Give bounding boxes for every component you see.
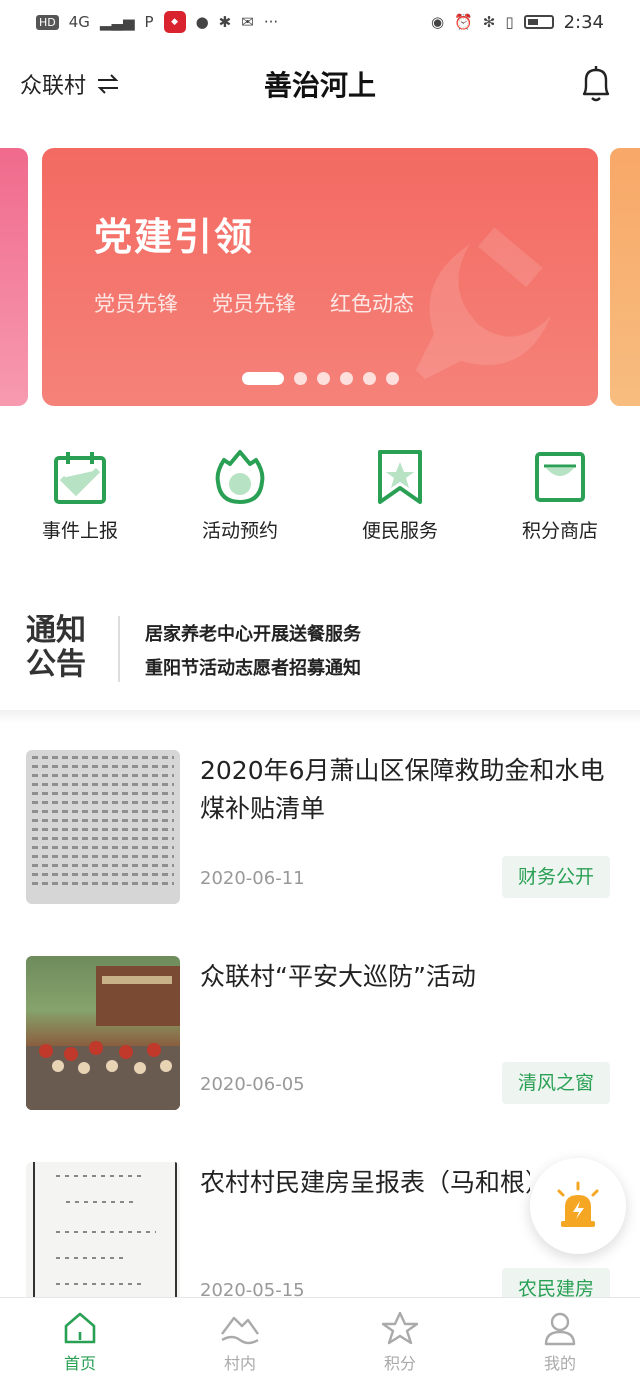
document-photo <box>33 1162 177 1316</box>
flame-icon <box>215 450 265 504</box>
mail-icon: ✉ <box>241 13 254 31</box>
bottom-tab-bar: 首页 村内 积分 我的 <box>0 1297 640 1387</box>
eye-icon: ◉ <box>430 13 445 31</box>
news-title: 2020年6月萧山区保障救助金和水电煤补贴清单 <box>200 756 605 823</box>
status-time: 2:34 <box>563 11 604 33</box>
siren-icon <box>557 1181 599 1227</box>
banner-tag: 红色动态 <box>330 292 414 316</box>
indicator-dot-active[interactable] <box>242 372 284 385</box>
quick-action-label: 事件上报 <box>41 520 118 542</box>
battery-icon <box>523 15 554 29</box>
emergency-alarm-button[interactable] <box>530 1158 626 1254</box>
crowd-photo <box>26 966 180 1110</box>
news-thumbnail <box>26 1162 180 1316</box>
quick-actions: 事件上报 活动预约 便民服务 积分商店 <box>0 448 640 558</box>
notice-board[interactable]: 通知 公告 居家养老中心开展送餐服务 重阳节活动志愿者招募通知 <box>0 600 640 690</box>
more-icon: ··· <box>263 13 279 31</box>
indicator-dot[interactable] <box>363 372 376 385</box>
hd-badge: HD <box>36 14 59 30</box>
banner-carousel[interactable]: 党建引领 党员先锋 党员先锋 红色动态 <box>0 148 640 406</box>
network-badge: 4G <box>68 13 90 31</box>
banner-slide[interactable]: 党建引领 党员先锋 党员先锋 红色动态 <box>42 148 598 406</box>
news-title: 农村村民建房呈报表（马和根） <box>200 1168 530 1197</box>
tab-village[interactable]: 村内 <box>160 1298 320 1387</box>
notice-item[interactable]: 重阳节活动志愿者招募通知 <box>145 652 361 686</box>
shop-bag-icon <box>535 452 585 502</box>
alarm-icon: ⏰ <box>454 13 473 31</box>
notice-divider <box>118 616 120 682</box>
banner-tag: 党员先锋 <box>94 292 178 316</box>
tab-home[interactable]: 首页 <box>0 1298 160 1387</box>
party-emblem-icon <box>416 227 551 379</box>
indicator-dot[interactable] <box>386 372 399 385</box>
section-divider <box>0 710 640 724</box>
indicator-dot[interactable] <box>340 372 353 385</box>
bluetooth-icon: ✻ <box>482 13 496 31</box>
tmall-app-icon: ◆ <box>163 11 186 33</box>
news-category-tag: 清风之窗 <box>501 1062 610 1104</box>
user-icon <box>544 1312 576 1346</box>
notice-logo-line: 公告 <box>26 647 86 682</box>
quick-action-activity-booking[interactable]: 活动预约 <box>160 448 320 558</box>
parking-badge: P <box>144 13 154 31</box>
news-item[interactable]: 2020年6月萧山区保障救助金和水电煤补贴清单 2020-06-11 财务公开 <box>0 750 640 920</box>
news-thumbnail <box>26 956 180 1110</box>
bell-icon <box>582 66 610 102</box>
notice-logo: 通知 公告 <box>26 614 86 682</box>
banner-prev-peek[interactable] <box>0 148 28 406</box>
banner-title: 党建引领 <box>94 215 255 259</box>
home-icon <box>64 1312 96 1344</box>
news-thumbnail <box>26 750 180 904</box>
quick-action-label: 活动预约 <box>201 520 278 542</box>
quick-action-label: 积分商店 <box>521 520 598 542</box>
mountain-icon <box>221 1316 259 1345</box>
news-item[interactable]: 众联村“平安大巡防”活动 2020-06-05 清风之窗 <box>0 956 640 1126</box>
notice-logo-line: 通知 <box>26 613 86 648</box>
star-icon <box>381 1311 419 1345</box>
notice-list: 居家养老中心开展送餐服务 重阳节活动志愿者招募通知 <box>145 618 361 686</box>
news-category-tag: 财务公开 <box>501 856 610 898</box>
tab-label: 我的 <box>543 1354 576 1373</box>
tab-label: 积分 <box>383 1354 416 1373</box>
news-title: 众联村“平安大巡防”活动 <box>200 962 476 991</box>
alipay-icon: ✱ <box>218 13 232 31</box>
indicator-dot[interactable] <box>317 372 330 385</box>
carousel-indicator <box>242 372 399 385</box>
tab-points[interactable]: 积分 <box>320 1298 480 1387</box>
vibrate-icon: ▯ <box>505 13 514 31</box>
quick-action-event-report[interactable]: 事件上报 <box>0 448 160 558</box>
status-bar: HD 4G ▂▃▅ P ◆ ● ✱ ✉ ··· ◉ ⏰ ✻ ▯ 2:34 <box>0 0 640 44</box>
calendar-check-icon <box>54 452 106 504</box>
bookmark-star-icon <box>378 450 422 504</box>
indicator-dot[interactable] <box>294 372 307 385</box>
page-title: 善治河上 <box>263 69 376 102</box>
banner-tags: 党员先锋 党员先锋 红色动态 <box>94 288 414 318</box>
tab-label: 村内 <box>223 1354 256 1373</box>
notice-item[interactable]: 居家养老中心开展送餐服务 <box>145 618 361 652</box>
chat-icon: ● <box>195 13 209 31</box>
banner-next-peek[interactable] <box>610 148 640 406</box>
banner-tag: 党员先锋 <box>212 292 296 316</box>
signal-icon: ▂▃▅ <box>99 13 135 31</box>
quick-action-label: 便民服务 <box>361 520 438 542</box>
quick-action-convenience-service[interactable]: 便民服务 <box>320 448 480 558</box>
tab-label: 首页 <box>63 1354 96 1373</box>
notification-bell[interactable] <box>578 64 614 108</box>
quick-action-points-shop[interactable]: 积分商店 <box>480 448 640 558</box>
news-date: 2020-06-05 <box>200 1074 305 1095</box>
tab-mine[interactable]: 我的 <box>480 1298 640 1387</box>
app-header: 众联村 善治河上 <box>0 50 640 120</box>
news-date: 2020-06-11 <box>200 868 305 889</box>
